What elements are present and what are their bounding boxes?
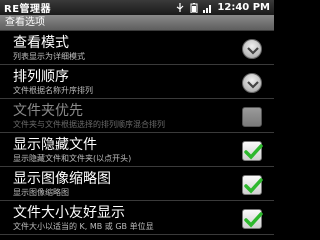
checkmark-icon <box>244 212 263 228</box>
pref-title: 文件大小友好显示 <box>13 205 125 221</box>
clock: 12:40 PM <box>217 2 270 13</box>
pref-folders-first[interactable]: 文件夹优先 文件夹与文件根据选择的排列顺序混合排列 <box>0 99 274 133</box>
pref-view-mode[interactable]: 查看模式 列表显示为详细模式 <box>0 31 274 65</box>
pref-title: 排列顺序 <box>13 69 69 85</box>
checkbox[interactable] <box>242 175 263 195</box>
checkbox[interactable] <box>242 107 262 127</box>
pref-title: 显示图像缩略图 <box>13 171 111 187</box>
checkmark-icon <box>244 144 263 160</box>
chevron-down-icon[interactable] <box>242 39 262 59</box>
pref-summary: 显示隐藏文件和文件夹(以点开头) <box>13 154 132 163</box>
checkbox[interactable] <box>242 141 263 161</box>
pref-summary: 文件根据名称升序排列 <box>13 86 93 95</box>
status-icons: 12:40 PM <box>175 2 270 13</box>
app-name: RE管理器 <box>4 4 52 15</box>
chevron-down-icon[interactable] <box>242 73 262 93</box>
checkbox[interactable] <box>242 209 263 229</box>
pref-title: 显示隐藏文件 <box>13 137 97 153</box>
status-bar: RE管理器 12:40 PM <box>0 0 274 15</box>
page-title: 查看选项 <box>0 15 274 31</box>
pref-show-hidden[interactable]: 显示隐藏文件 显示隐藏文件和文件夹(以点开头) <box>0 133 274 167</box>
checkmark-icon <box>244 178 263 194</box>
pref-summary: 文件大小以适当的 K, MB 或 GB 单位显 <box>13 222 154 231</box>
pref-show-thumbnails[interactable]: 显示图像缩略图 显示图像缩略图 <box>0 167 274 201</box>
usb-icon <box>177 2 184 12</box>
pref-summary: 显示图像缩略图 <box>13 188 69 197</box>
preferences-list: 查看模式 列表显示为详细模式 排列顺序 文件根据名称升序排列 文件夹优先 文件夹… <box>0 31 274 235</box>
pref-title: 文件夹优先 <box>13 103 83 119</box>
pref-friendly-size[interactable]: 文件大小友好显示 文件大小以适当的 K, MB 或 GB 单位显 <box>0 201 274 235</box>
signal-icon <box>203 4 212 13</box>
pref-summary: 列表显示为详细模式 <box>13 52 85 61</box>
pref-sort-order[interactable]: 排列顺序 文件根据名称升序排列 <box>0 65 274 99</box>
pref-title: 查看模式 <box>13 35 69 51</box>
battery-icon <box>190 2 198 13</box>
pref-summary: 文件夹与文件根据选择的排列顺序混合排列 <box>13 120 165 129</box>
